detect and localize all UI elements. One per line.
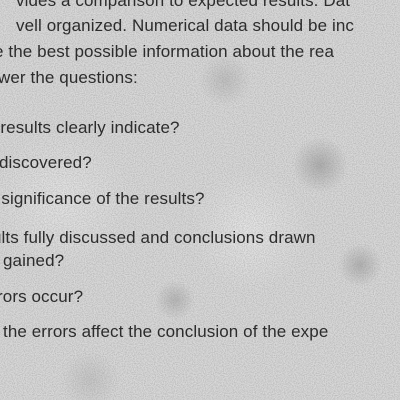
question-item: rors occur?: [0, 287, 84, 306]
text-line: vell organized. Numerical data should be…: [16, 16, 354, 35]
question-item: e results clearly indicate?: [0, 118, 180, 137]
text-line: vides a comparison to expected results. …: [16, 0, 351, 10]
question-item: discovered?: [0, 153, 92, 172]
question-item-continuation: gained?: [3, 251, 65, 270]
question-item: e significance of the results?: [0, 189, 205, 208]
text-line: e the best possible information about th…: [0, 42, 334, 61]
text-line: wer the questions:: [0, 68, 138, 87]
question-item: the errors affect the conclusion of the …: [3, 322, 329, 341]
question-item: ults fully discussed and conclusions dra…: [0, 228, 316, 247]
document-page: vides a comparison to expected results. …: [0, 0, 400, 400]
